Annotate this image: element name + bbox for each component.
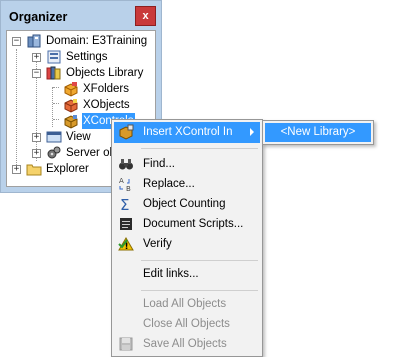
sigma-icon: Σ bbox=[118, 196, 134, 214]
binoculars-icon bbox=[118, 156, 134, 172]
xobjects-icon bbox=[63, 97, 79, 113]
menu-item-document-scripts[interactable]: Document Scripts... bbox=[114, 214, 260, 235]
tree-node-xfolders[interactable]: XFolders bbox=[63, 81, 130, 97]
tree-node-view[interactable]: + View bbox=[32, 129, 92, 145]
domain-icon bbox=[26, 33, 42, 49]
xcontrols-icon bbox=[63, 113, 79, 129]
document-icon bbox=[118, 216, 134, 232]
svg-text:B: B bbox=[126, 185, 131, 192]
menu-item-verify[interactable]: ! Verify bbox=[114, 234, 260, 255]
close-button[interactable]: x bbox=[135, 6, 156, 26]
verify-warning-icon: ! bbox=[118, 236, 134, 252]
menu-item-load-all-objects[interactable]: Load All Objects bbox=[114, 294, 260, 315]
tree-node-objects-library[interactable]: − Objects Library bbox=[32, 65, 144, 81]
folder-icon bbox=[26, 161, 42, 177]
menu-item-replace[interactable]: AB Replace... bbox=[114, 174, 260, 195]
tree-label-settings: Settings bbox=[66, 51, 108, 63]
svg-text:Σ: Σ bbox=[120, 196, 129, 212]
organizer-header: Organizer x bbox=[4, 4, 158, 30]
expand-icon[interactable]: + bbox=[32, 148, 41, 158]
menu-separator bbox=[141, 260, 258, 261]
tree-label-xobjects: XObjects bbox=[83, 99, 130, 111]
expand-icon[interactable]: + bbox=[12, 164, 21, 174]
tree-node-explorer[interactable]: + Explorer bbox=[12, 161, 90, 177]
tree-label-objects-library: Objects Library bbox=[66, 67, 144, 79]
menu-item-save-all-objects[interactable]: Save All Objects bbox=[114, 334, 260, 355]
tree-label-xfolders: XFolders bbox=[83, 83, 130, 95]
submenu-item-new-library[interactable]: <New Library> bbox=[265, 123, 371, 142]
tree-node-settings[interactable]: + Settings bbox=[32, 49, 109, 65]
tree-node-domain[interactable]: − Domain: E3Training bbox=[12, 33, 148, 49]
collapse-icon[interactable]: − bbox=[12, 36, 21, 46]
expand-icon[interactable]: + bbox=[32, 132, 41, 142]
menu-item-close-all-objects[interactable]: Close All Objects bbox=[114, 314, 260, 335]
tree-label-server: Server ob bbox=[66, 147, 116, 159]
collapse-icon[interactable]: − bbox=[32, 68, 41, 78]
organizer-title: Organizer bbox=[9, 10, 68, 24]
context-menu: Insert XControl In Find... AB Replace...… bbox=[111, 119, 263, 357]
xcontrol-insert-icon bbox=[118, 124, 134, 140]
settings-icon bbox=[46, 49, 62, 65]
replace-icon: AB bbox=[118, 176, 134, 193]
menu-item-insert-xcontrol[interactable]: Insert XControl In bbox=[114, 122, 260, 143]
server-icon bbox=[46, 145, 62, 161]
xfolders-icon bbox=[63, 81, 79, 97]
tree-label-explorer: Explorer bbox=[46, 163, 89, 175]
save-icon bbox=[118, 336, 134, 352]
menu-item-edit-links[interactable]: Edit links... bbox=[114, 264, 260, 285]
menu-separator bbox=[141, 148, 258, 149]
menu-item-find[interactable]: Find... bbox=[114, 154, 260, 175]
tree-label-view: View bbox=[66, 131, 91, 143]
expand-icon[interactable]: + bbox=[32, 52, 41, 62]
submenu-arrow-icon bbox=[250, 128, 254, 136]
menu-item-object-counting[interactable]: Σ Object Counting bbox=[114, 194, 260, 215]
svg-text:A: A bbox=[119, 177, 124, 185]
library-icon bbox=[46, 65, 62, 81]
tree-label-domain: Domain: E3Training bbox=[46, 35, 148, 47]
tree-node-server[interactable]: + Server ob bbox=[32, 145, 117, 161]
view-icon bbox=[46, 129, 62, 145]
menu-separator bbox=[141, 290, 258, 291]
insert-xcontrol-submenu: <New Library> bbox=[262, 120, 374, 145]
tree-node-xobjects[interactable]: XObjects bbox=[63, 97, 131, 113]
